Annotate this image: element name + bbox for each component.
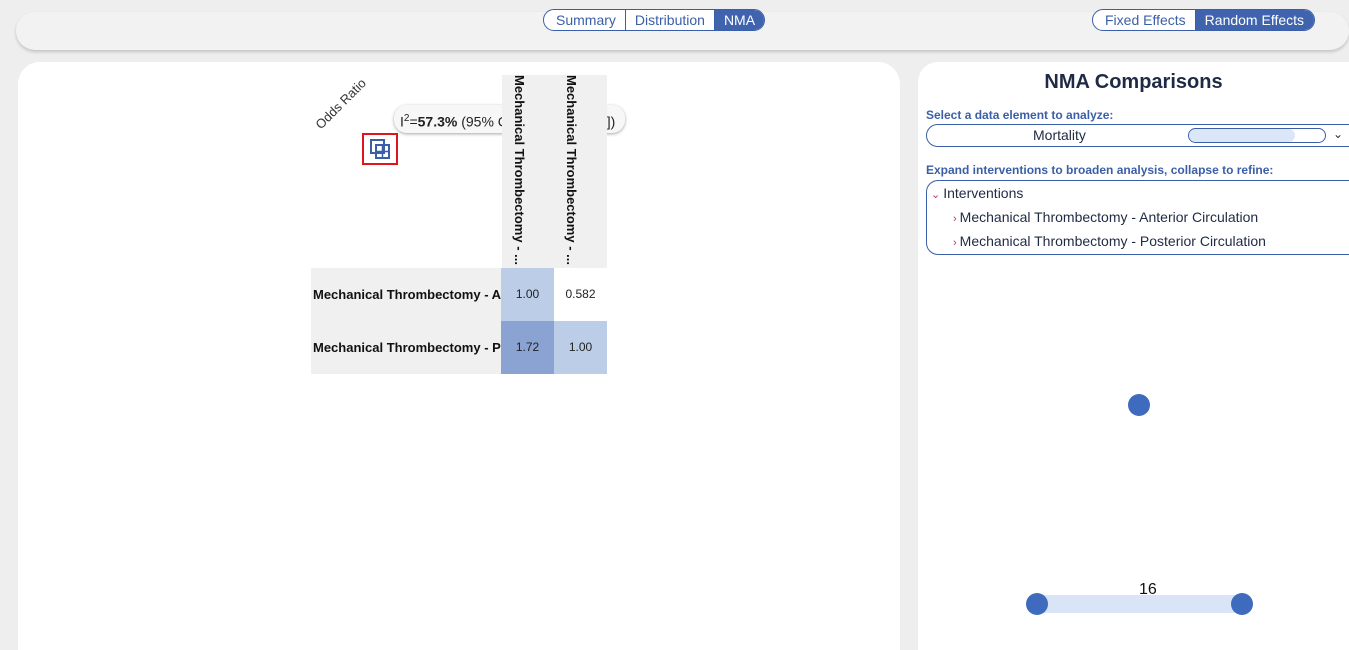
chevron-down-icon: ⌄ — [1333, 127, 1344, 141]
chevron-right-icon: › — [953, 213, 957, 225]
column-header: Mechanical Thrombectomy - ... — [554, 75, 607, 268]
interventions-tree: ⌄ Interventions › Mechanical Thrombectomy … — [926, 180, 1349, 255]
fixed-effects-button[interactable]: Fixed Effects — [1093, 10, 1196, 30]
tab-nma[interactable]: NMA — [714, 10, 765, 30]
selected-value: Mortality — [1033, 127, 1086, 143]
select-progress-pill — [1188, 128, 1326, 143]
slider-handle-right[interactable] — [1231, 593, 1253, 615]
matrix-cell[interactable]: 1.00 — [554, 321, 607, 374]
tab-summary[interactable]: Summary — [544, 10, 626, 30]
row-header: Mechanical Thrombectomy - Posterior Circ… — [311, 321, 502, 374]
tree-root-interventions[interactable]: ⌄ Interventions — [931, 185, 1023, 201]
effects-toggle: Fixed Effects Random Effects — [1092, 9, 1316, 31]
panel-title: NMA Comparisons — [1044, 71, 1223, 93]
column-header: Mechanical Thrombectomy - ... — [502, 75, 555, 268]
tree-item-anterior[interactable]: › Mechanical Thrombectomy - Anterior Circ… — [953, 209, 1258, 225]
data-element-select[interactable]: Mortality ⌄ — [926, 124, 1349, 147]
view-tabs: Summary Distribution NMA — [543, 9, 766, 31]
data-element-label: Select a data element to analyze: — [926, 108, 1114, 122]
tab-distribution[interactable]: Distribution — [626, 10, 715, 30]
matrix-cell[interactable]: 1.72 — [501, 321, 554, 374]
random-effects-button[interactable]: Random Effects — [1195, 10, 1315, 30]
slider-handle-left[interactable] — [1026, 593, 1048, 615]
row-header: Mechanical Thrombectomy - Anterior Circu… — [311, 268, 502, 321]
tree-item-posterior[interactable]: › Mechanical Thrombectomy - Posterior Cir… — [953, 233, 1266, 249]
matrix-cell[interactable]: 0.582 — [554, 268, 607, 321]
overlap-squares-icon — [370, 139, 390, 159]
nma-comparisons-panel — [918, 62, 1349, 650]
expand-label: Expand interventions to broaden analysis… — [926, 163, 1274, 177]
matrix-cell[interactable]: 1.00 — [501, 268, 554, 321]
chevron-right-icon: › — [953, 237, 957, 249]
measure-toggle-button[interactable] — [362, 133, 398, 165]
chevron-down-icon: ⌄ — [931, 189, 941, 201]
network-node[interactable] — [1128, 394, 1150, 416]
slider-value: 16 — [1139, 581, 1157, 598]
